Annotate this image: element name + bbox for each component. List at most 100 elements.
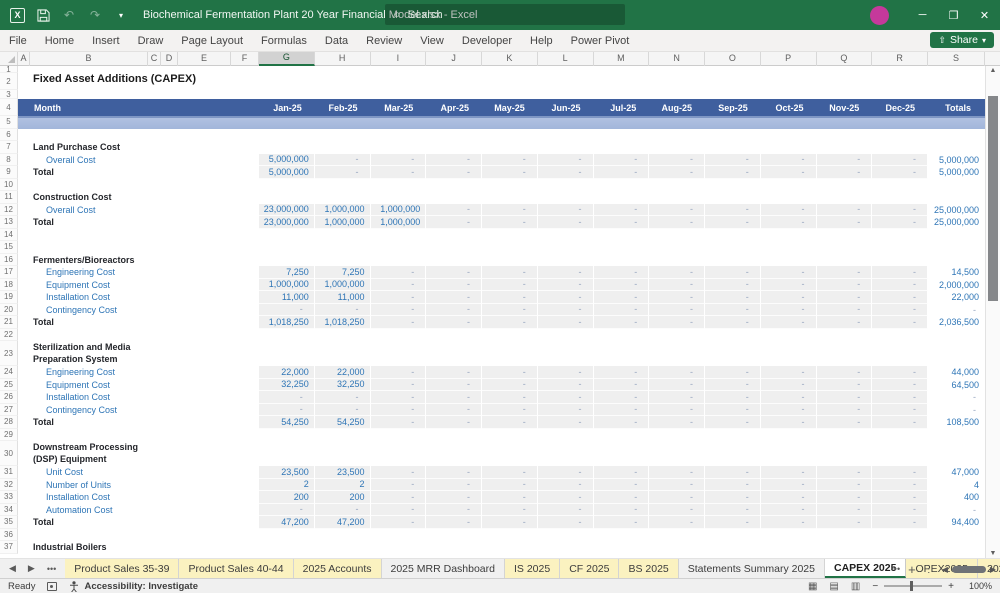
- row-header-28[interactable]: 28: [0, 416, 18, 429]
- ribbon-tab-review[interactable]: Review: [357, 32, 411, 50]
- totals-value-cell[interactable]: 2,036,500: [928, 316, 985, 329]
- ribbon-tab-file[interactable]: File: [0, 32, 36, 50]
- value-cell[interactable]: 1,000,000: [370, 203, 427, 216]
- value-cell[interactable]: -: [649, 503, 705, 516]
- line-item-label-cell[interactable]: Equipment Cost: [18, 379, 259, 392]
- line-item-label-cell[interactable]: Engineering Cost: [18, 266, 259, 279]
- value-cell[interactable]: -: [593, 203, 650, 216]
- value-cell[interactable]: -: [482, 478, 538, 491]
- value-cell[interactable]: -: [482, 266, 538, 279]
- totals-value-cell[interactable]: 25,000,000: [928, 216, 985, 229]
- value-cell[interactable]: -: [537, 303, 594, 316]
- row-header-13[interactable]: 13: [0, 216, 18, 229]
- value-cell[interactable]: -: [705, 391, 761, 404]
- row-header-35[interactable]: 35: [0, 516, 18, 529]
- value-cell[interactable]: -: [482, 516, 538, 529]
- totals-value-cell[interactable]: 14,500: [928, 266, 985, 279]
- value-cell[interactable]: -: [426, 403, 482, 416]
- value-cell[interactable]: -: [482, 303, 538, 316]
- value-cell[interactable]: -: [426, 503, 482, 516]
- row-header-21[interactable]: 21: [0, 316, 18, 329]
- value-cell[interactable]: -: [426, 166, 482, 179]
- scroll-down-icon[interactable]: ▼: [986, 550, 1000, 557]
- month-column-header[interactable]: Sep-25: [705, 99, 761, 116]
- value-cell[interactable]: -: [816, 153, 873, 166]
- column-header-Q[interactable]: Q: [817, 52, 873, 66]
- line-item-label-cell[interactable]: Installation Cost: [18, 491, 259, 504]
- value-cell[interactable]: -: [482, 153, 538, 166]
- value-cell[interactable]: -: [370, 153, 427, 166]
- ribbon-tab-insert[interactable]: Insert: [83, 32, 129, 50]
- value-cell[interactable]: -: [872, 378, 928, 391]
- value-cell[interactable]: -: [370, 403, 427, 416]
- line-item-label-cell[interactable]: Unit Cost: [18, 466, 259, 479]
- value-cell[interactable]: -: [426, 391, 482, 404]
- value-cell[interactable]: -: [537, 166, 594, 179]
- row-header-12[interactable]: 12: [0, 203, 18, 216]
- value-cell[interactable]: -: [705, 478, 761, 491]
- value-cell[interactable]: -: [537, 403, 594, 416]
- value-cell[interactable]: -: [426, 278, 482, 291]
- sheet-tab-product-sales-35-39[interactable]: Product Sales 35-39: [65, 559, 180, 578]
- column-header-L[interactable]: L: [538, 52, 594, 66]
- value-cell[interactable]: -: [370, 466, 427, 479]
- value-cell[interactable]: 22,000: [259, 366, 315, 379]
- value-cell[interactable]: -: [426, 478, 482, 491]
- value-cell[interactable]: -: [872, 403, 928, 416]
- value-cell[interactable]: -: [872, 491, 928, 504]
- value-cell[interactable]: -: [760, 416, 817, 429]
- restore-button[interactable]: ❐: [938, 0, 969, 30]
- month-column-header[interactable]: Jan-25: [259, 99, 315, 116]
- value-cell[interactable]: -: [705, 403, 761, 416]
- value-cell[interactable]: -: [426, 466, 482, 479]
- column-header-J[interactable]: J: [426, 52, 482, 66]
- row-header-34[interactable]: 34: [0, 503, 18, 516]
- value-cell[interactable]: -: [760, 303, 817, 316]
- hscroll-left-icon[interactable]: ◀: [942, 565, 948, 574]
- value-cell[interactable]: 23,500: [314, 466, 371, 479]
- value-cell[interactable]: -: [872, 516, 928, 529]
- sheet-tab-cf-2025[interactable]: CF 2025: [560, 559, 620, 578]
- totals-value-cell[interactable]: -: [928, 391, 985, 404]
- row-header-32[interactable]: 32: [0, 478, 18, 491]
- value-cell[interactable]: -: [370, 303, 427, 316]
- scroll-up-icon[interactable]: ▲: [986, 67, 1000, 74]
- excel-app-icon[interactable]: X: [10, 7, 25, 23]
- value-cell[interactable]: 1,018,250: [259, 316, 315, 329]
- line-item-label-cell[interactable]: Overall Cost: [18, 154, 259, 167]
- value-cell[interactable]: -: [705, 153, 761, 166]
- value-cell[interactable]: -: [314, 403, 371, 416]
- row-header-6[interactable]: 6: [0, 128, 18, 141]
- value-cell[interactable]: 2: [259, 478, 315, 491]
- totals-value-cell[interactable]: -: [928, 504, 985, 517]
- value-cell[interactable]: -: [816, 303, 873, 316]
- totals-value-cell[interactable]: 5,000,000: [928, 154, 985, 167]
- month-column-header[interactable]: Mar-25: [371, 99, 427, 116]
- totals-value-cell[interactable]: 64,500: [928, 379, 985, 392]
- value-cell[interactable]: -: [816, 291, 873, 304]
- value-cell[interactable]: -: [705, 316, 761, 329]
- value-cell[interactable]: -: [705, 266, 761, 279]
- month-column-header[interactable]: Jun-25: [538, 99, 594, 116]
- value-cell[interactable]: -: [760, 466, 817, 479]
- value-cell[interactable]: 1,000,000: [314, 278, 371, 291]
- row-header-4[interactable]: 4: [0, 99, 18, 116]
- macro-record-icon[interactable]: [47, 581, 58, 591]
- value-cell[interactable]: -: [537, 478, 594, 491]
- value-cell[interactable]: -: [426, 203, 482, 216]
- month-column-header[interactable]: Jul-25: [594, 99, 650, 116]
- row-header-18[interactable]: 18: [0, 278, 18, 291]
- value-cell[interactable]: -: [370, 491, 427, 504]
- add-sheet-button[interactable]: +: [908, 562, 916, 577]
- value-cell[interactable]: -: [537, 153, 594, 166]
- value-cell[interactable]: -: [649, 278, 705, 291]
- page-layout-view-icon[interactable]: ▤: [829, 581, 838, 592]
- value-cell[interactable]: -: [872, 316, 928, 329]
- value-cell[interactable]: -: [872, 203, 928, 216]
- value-cell[interactable]: -: [649, 266, 705, 279]
- column-header-H[interactable]: H: [315, 52, 371, 66]
- value-cell[interactable]: -: [537, 416, 594, 429]
- value-cell[interactable]: -: [537, 291, 594, 304]
- sheet-tab-2025-accounts[interactable]: 2025 Accounts: [293, 559, 382, 578]
- value-cell[interactable]: -: [872, 478, 928, 491]
